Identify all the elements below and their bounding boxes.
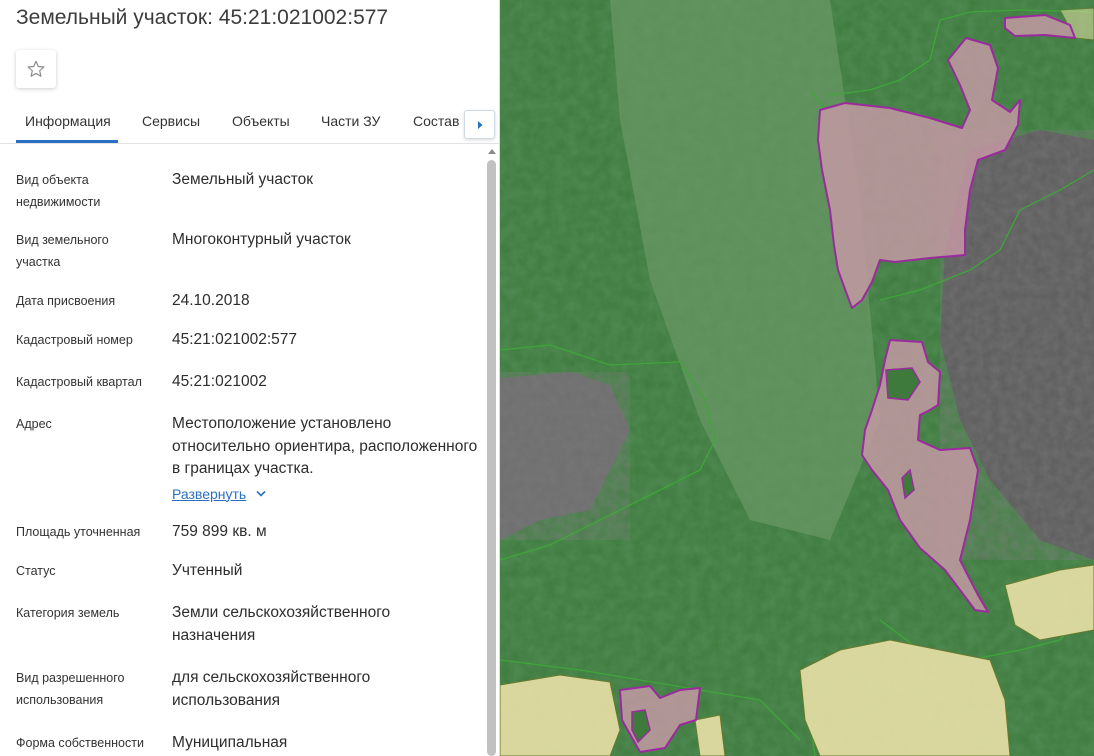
field-label: Категория земель	[16, 606, 120, 620]
chevron-down-icon	[256, 491, 266, 497]
page-title: Земельный участок: 45:21:021002:577	[16, 6, 389, 29]
field-value: Учтенный	[172, 562, 243, 579]
field-value: 45:21:021002	[172, 373, 267, 390]
field-value: 24.10.2018	[172, 292, 250, 309]
tab-information[interactable]: Информация	[25, 113, 111, 129]
field-value: Многоконтурный участок	[172, 231, 351, 248]
field-label: Дата присвоения	[16, 294, 116, 308]
tab-parcel-parts[interactable]: Части ЗУ	[321, 113, 380, 129]
field-value: Местоположение установлено относительно …	[172, 415, 478, 477]
tab-services[interactable]: Сервисы	[142, 113, 200, 129]
expand-label: Развернуть	[172, 485, 247, 502]
field-value-wrap: Местоположение установлено относительно …	[172, 413, 482, 506]
field-label: Кадастровый квартал	[16, 375, 142, 389]
tabs-next-button[interactable]	[464, 110, 495, 139]
field-label: Вид разрешенного использования	[16, 671, 125, 707]
field-label: Площадь уточненная	[16, 525, 141, 539]
field-label: Вид объекта недвижимости	[16, 173, 101, 209]
expand-address-link[interactable]: Развернуть	[172, 483, 266, 506]
satellite-map[interactable]	[500, 0, 1094, 756]
active-tab-indicator	[16, 140, 118, 143]
field-value: Муниципальная	[172, 734, 288, 751]
field-value: 759 899 кв. м	[172, 523, 267, 540]
tab-composition[interactable]: Состав	[413, 113, 459, 129]
field-label: Форма собственности	[16, 736, 144, 750]
field-value: Земельный участок	[172, 171, 314, 188]
scroll-up-arrow[interactable]	[487, 147, 497, 155]
field-value: для сельскохозяйственного использования	[172, 669, 371, 709]
scrollbar-thumb[interactable]	[487, 160, 496, 756]
field-value: Земли сельскохозяйственного назначения	[172, 604, 391, 644]
field-label: Статус	[16, 564, 56, 578]
field-label: Адрес	[16, 417, 52, 431]
info-panel: Земельный участок: 45:21:021002:577 Инфо…	[0, 0, 500, 756]
tab-objects[interactable]: Объекты	[232, 113, 290, 129]
field-value: 45:21:021002:577	[172, 331, 297, 348]
map-canvas	[500, 0, 1094, 756]
favorite-button[interactable]	[16, 50, 56, 88]
field-label: Вид земельного участка	[16, 233, 109, 269]
tab-bar: Информация Сервисы Объекты Части ЗУ Сост…	[0, 100, 499, 144]
caret-right-icon	[477, 120, 482, 129]
field-label: Кадастровый номер	[16, 333, 133, 347]
star-outline-icon	[27, 60, 45, 77]
